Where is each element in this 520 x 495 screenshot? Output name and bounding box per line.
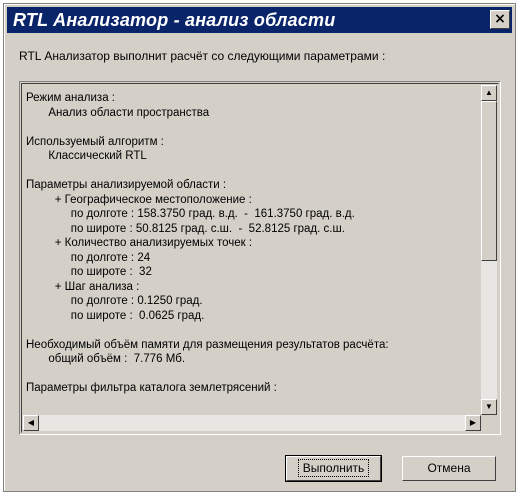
memo-line: Анализ области пространства: [26, 106, 210, 119]
memo-text: Режим анализа : Анализ области пространс…: [26, 91, 478, 396]
close-icon: ×: [494, 11, 506, 27]
memo-line: общий объём : 7.776 Мб.: [26, 353, 186, 365]
arrow-left-icon: ◀: [27, 418, 35, 427]
cancel-button[interactable]: Отмена: [402, 456, 496, 481]
arrow-down-icon: ▼: [485, 402, 493, 411]
scroll-right-button[interactable]: ▶: [465, 415, 481, 431]
memo-line: [26, 323, 478, 338]
scroll-down-button[interactable]: ▼: [481, 399, 497, 415]
close-button[interactable]: ×: [490, 10, 510, 29]
memo-frame: Режим анализа : Анализ области пространс…: [21, 83, 499, 433]
scroll-corner: [481, 415, 497, 431]
memo-line: по широте : 0.0625 град.: [26, 309, 205, 322]
run-button-label: Выполнить: [297, 459, 370, 477]
memo-line: Параметры анализируемой области :: [26, 179, 227, 191]
memo-line: [26, 367, 478, 382]
scroll-up-button[interactable]: ▲: [481, 85, 497, 101]
scroll-left-button[interactable]: ◀: [23, 415, 39, 431]
vertical-scrollbar[interactable]: ▲ ▼: [481, 85, 497, 415]
memo-line: + Количество анализируемых точек :: [26, 237, 253, 249]
run-button[interactable]: Выполнить: [285, 455, 382, 482]
memo-line: Параметры фильтра каталога землетрясений…: [26, 382, 277, 394]
title-bar[interactable]: RTL Анализатор - анализ области ×: [7, 7, 512, 33]
arrow-up-icon: ▲: [485, 88, 493, 97]
memo-line: по долготе : 0.1250 град.: [26, 295, 203, 307]
memo-line: [26, 120, 478, 135]
memo-line: по долготе : 158.3750 град. в.д. - 161.3…: [26, 208, 355, 220]
memo-line: Необходимый объём памяти для размещения …: [26, 338, 389, 351]
vertical-scroll-thumb[interactable]: [481, 101, 497, 261]
arrow-right-icon: ▶: [469, 418, 477, 427]
memo-line: Режим анализа :: [26, 92, 115, 104]
memo-line: Используемый алгоритм :: [26, 135, 164, 148]
memo-line: + Шаг анализа :: [26, 280, 140, 293]
memo-line: + Географическое местоположение :: [26, 193, 252, 206]
cancel-button-label: Отмена: [427, 461, 471, 475]
memo-line: по широте : 32: [26, 266, 152, 278]
horizontal-scrollbar[interactable]: ◀ ▶: [23, 415, 481, 431]
memo-line: Классический RTL: [26, 150, 147, 162]
window-title: RTL Анализатор - анализ области: [13, 10, 336, 30]
memo-line: по долготе : 24: [26, 251, 151, 264]
intro-label: RTL Анализатор выполнит расчёт со следую…: [19, 49, 386, 63]
parameters-memo[interactable]: Режим анализа : Анализ области пространс…: [19, 81, 501, 435]
memo-line: по широте : 50.8125 град. с.ш. - 52.8125…: [26, 222, 345, 235]
memo-line: [26, 164, 478, 179]
